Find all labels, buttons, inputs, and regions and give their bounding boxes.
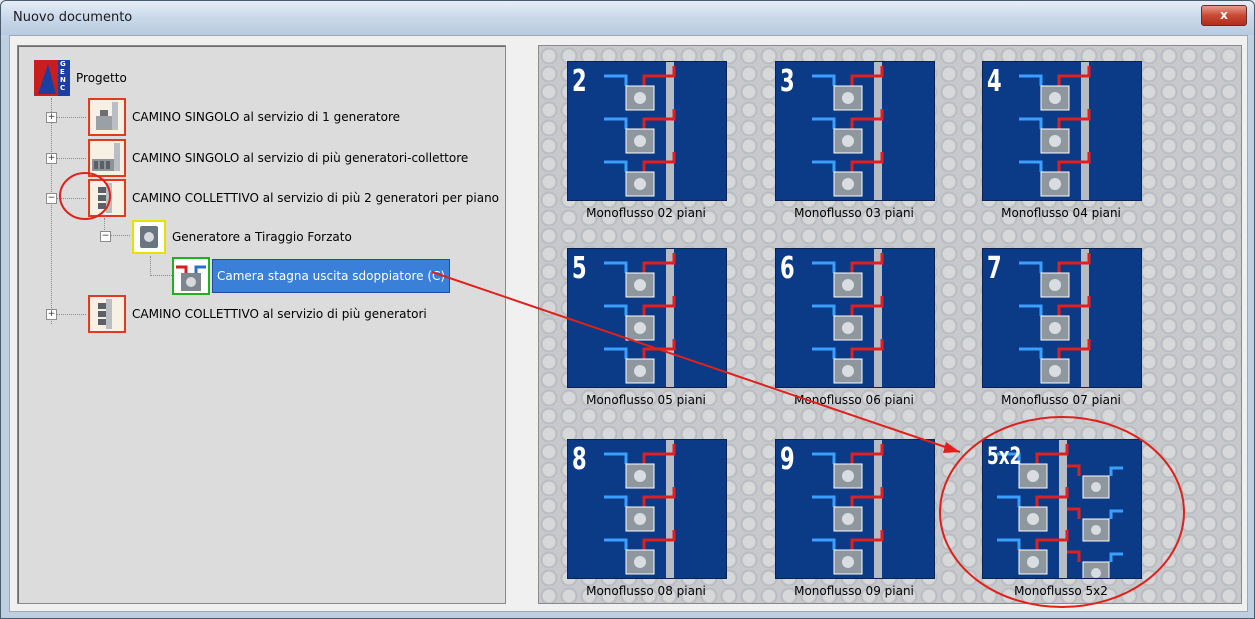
- template-thumb-6[interactable]: 6: [775, 248, 935, 388]
- window-title: Nuovo documento: [13, 10, 133, 25]
- title-bar[interactable]: Nuovo documento x: [1, 1, 1254, 35]
- tree-item-label: CAMINO SINGOLO al servizio di più genera…: [132, 151, 469, 165]
- dialog-window: Nuovo documento x GENC Progetto + CAMINO…: [0, 0, 1255, 619]
- thumb-number: 2: [572, 64, 587, 99]
- tree-item-label: Generatore a Tiraggio Forzato: [172, 230, 352, 244]
- template-thumb-7[interactable]: 7: [982, 248, 1142, 388]
- tree-connector: [51, 98, 52, 324]
- generator-icon: [132, 220, 166, 254]
- logo-letters: GENC: [60, 60, 66, 92]
- tree-item-camino-singolo-1[interactable]: CAMINO SINGOLO al servizio di 1 generato…: [88, 98, 400, 136]
- template-thumb-4[interactable]: 4: [982, 61, 1142, 201]
- collective-chimney-icon: [88, 295, 126, 333]
- expander-node-4[interactable]: −: [100, 231, 111, 242]
- tree-item-label: CAMINO COLLETTIVO al servizio di più gen…: [132, 307, 427, 321]
- template-thumb-3[interactable]: 3: [775, 61, 935, 201]
- thumb-label[interactable]: Monoflusso 08 piani: [566, 584, 726, 598]
- thumb-label[interactable]: Monoflusso 06 piani: [774, 393, 934, 407]
- tree-connector: [150, 275, 172, 276]
- thumb-label[interactable]: Monoflusso 5x2: [981, 584, 1141, 598]
- tree-item-label: CAMINO COLLETTIVO al servizio di più 2 g…: [132, 191, 500, 205]
- template-thumb-2[interactable]: 2: [567, 61, 727, 201]
- thumb-label[interactable]: Monoflusso 03 piani: [774, 206, 934, 220]
- project-tree[interactable]: GENC Progetto + CAMINO SINGOLO al serviz…: [17, 45, 506, 604]
- tree-item-generatore-tiraggio[interactable]: Generatore a Tiraggio Forzato: [132, 220, 352, 254]
- expander-node-6[interactable]: +: [46, 309, 57, 320]
- close-button[interactable]: x: [1201, 5, 1247, 26]
- tree-connector: [150, 256, 151, 276]
- tree-item-camera-stagna[interactable]: Camera stagna uscita sdoppiatore (C): [172, 257, 451, 295]
- template-thumb-5x2[interactable]: 5x2: [982, 439, 1142, 579]
- genc-logo-icon: GENC: [34, 60, 70, 96]
- tree-item-label-selected: Camera stagna uscita sdoppiatore (C): [212, 259, 451, 293]
- expander-node-2[interactable]: +: [46, 153, 57, 164]
- tree-item-camino-collettivo[interactable]: CAMINO COLLETTIVO al servizio di più gen…: [88, 295, 427, 333]
- chimney-collector-icon: [88, 139, 126, 177]
- dialog-body: GENC Progetto + CAMINO SINGOLO al serviz…: [9, 35, 1248, 612]
- thumb-number: 3: [780, 64, 795, 99]
- tree-root[interactable]: GENC Progetto: [34, 60, 127, 96]
- chimney-single-icon: [88, 98, 126, 136]
- template-gallery[interactable]: 2 Monoflusso 02 piani 3 Monoflusso 03 piani…: [538, 45, 1242, 604]
- collective-chimney-icon: [88, 179, 126, 217]
- thumb-number: 9: [780, 442, 795, 477]
- thumb-label[interactable]: Monoflusso 05 piani: [566, 393, 726, 407]
- expander-node-3[interactable]: −: [46, 193, 57, 204]
- tree-item-label: CAMINO SINGOLO al servizio di 1 generato…: [132, 110, 400, 124]
- expander-node-1[interactable]: +: [46, 112, 57, 123]
- thumb-number: 7: [987, 251, 1002, 286]
- thumb-number: 8: [572, 442, 587, 477]
- tree-item-camino-collettivo-2[interactable]: CAMINO COLLETTIVO al servizio di più 2 g…: [88, 179, 499, 217]
- template-thumb-8[interactable]: 8: [567, 439, 727, 579]
- template-thumb-9[interactable]: 9: [775, 439, 935, 579]
- tree-root-label: Progetto: [76, 71, 127, 85]
- template-thumb-5[interactable]: 5: [567, 248, 727, 388]
- thumb-number: 4: [987, 64, 1002, 99]
- thumb-number: 5x2: [987, 442, 1022, 470]
- thumb-label[interactable]: Monoflusso 02 piani: [566, 206, 726, 220]
- thumb-number: 5: [572, 251, 587, 286]
- thumb-label[interactable]: Monoflusso 04 piani: [981, 206, 1141, 220]
- thumb-number: 6: [780, 251, 795, 286]
- thumb-label[interactable]: Monoflusso 09 piani: [774, 584, 934, 598]
- thumb-label[interactable]: Monoflusso 07 piani: [981, 393, 1141, 407]
- sealed-chamber-icon: [172, 257, 210, 295]
- tree-item-camino-singolo-collettore[interactable]: CAMINO SINGOLO al servizio di più genera…: [88, 139, 468, 177]
